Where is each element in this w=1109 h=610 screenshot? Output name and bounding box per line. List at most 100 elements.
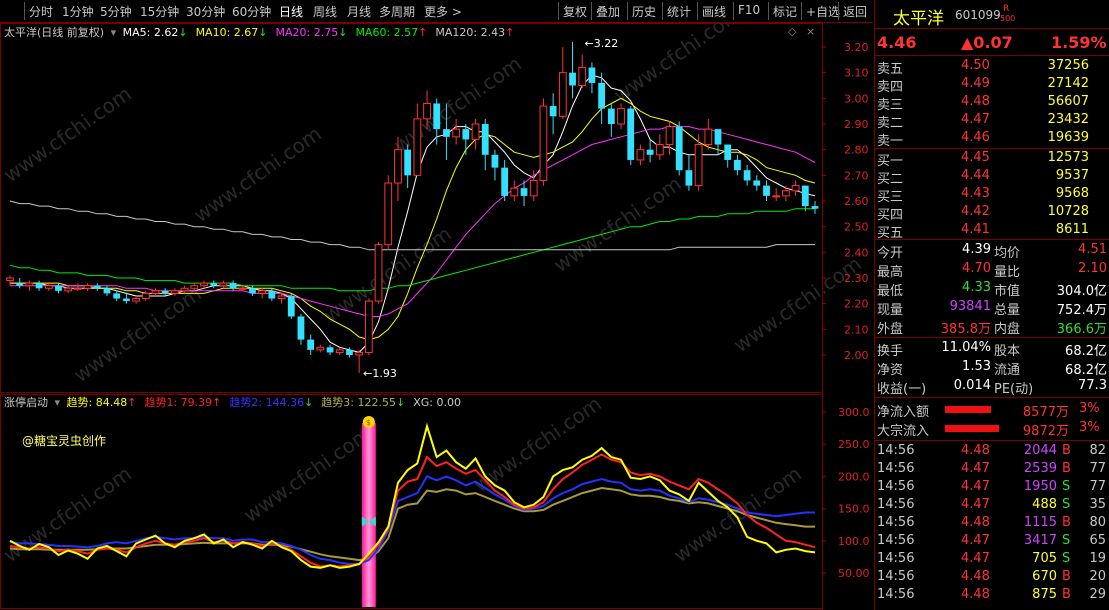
candle-body [141, 292, 150, 300]
period-tab-4[interactable]: 30分钟 [186, 3, 225, 20]
arrow-down-icon: ↓ [338, 26, 348, 39]
tick-count: 35 [1089, 497, 1106, 512]
bid-price[interactable]: 4.41 [961, 222, 990, 237]
tick-side: B [1062, 569, 1071, 584]
tick-price: 4.47 [961, 551, 990, 566]
candle-body [539, 105, 548, 181]
bid-price[interactable]: 4.45 [961, 150, 990, 165]
toolbar-button-1[interactable]: 叠加 [596, 3, 620, 20]
ma-legend-item: MA20: 2.75↓ [276, 26, 348, 39]
period-tab-5[interactable]: 60分钟 [232, 3, 271, 20]
kline-chart[interactable]: www.cfchi.com www.cfchi.comwww.cfchi.com w… [0, 23, 873, 610]
period-tab-3[interactable]: 15分钟 [140, 3, 179, 20]
period-tab-7[interactable]: 周线 [313, 3, 337, 20]
ask-price[interactable]: 4.47 [961, 112, 990, 127]
period-tab-1[interactable]: 1分钟 [62, 3, 94, 20]
candle-body [607, 108, 615, 124]
tick-time: 14:56 [877, 587, 915, 602]
tick-side: S [1062, 497, 1071, 512]
bid-price[interactable]: 4.42 [961, 204, 990, 219]
period-tab-2[interactable]: 5分钟 [100, 3, 132, 20]
candle-body [491, 154, 499, 168]
indicator-legend: 涨停启动 ▾ 趋势: 84.48↑ 趋势1: 79.39↑ 趋势2: 144.36↓… [4, 394, 469, 410]
candle-body [83, 285, 92, 289]
candle-body [617, 108, 625, 125]
dropdown-icon[interactable]: ▾ [111, 26, 117, 39]
tick-time: 14:56 [877, 443, 915, 458]
candle-body [161, 290, 169, 294]
watermark-text: www.cfchi.com [0, 81, 136, 187]
money-bag-glyph: $ [366, 418, 371, 427]
indicator-value: XG: 0.00 [413, 396, 461, 409]
candle-body [132, 298, 140, 302]
candle-body [190, 285, 199, 289]
indicator-axis-label: 150.0 [838, 503, 870, 516]
ask-price[interactable]: 4.46 [961, 130, 990, 145]
candle-body [64, 287, 73, 292]
ask-price[interactable]: 4.48 [961, 94, 990, 109]
limit-up-signal-bar [361, 423, 376, 607]
ma-legend-item: MA10: 2.67↓ [196, 26, 268, 39]
tick-volume: 705 [1032, 551, 1057, 566]
candle-body [384, 182, 393, 246]
flow-label: 大宗流入 [877, 424, 930, 439]
indicator-axis-label: 100.0 [838, 535, 870, 548]
candle-body [200, 282, 208, 287]
period-tab-0[interactable]: 分时 [29, 3, 53, 20]
candle-body [151, 290, 160, 294]
tick-volume: 1950 [1023, 479, 1057, 494]
watermark-text: www.cfchi.com [549, 171, 686, 277]
diamond-icon[interactable]: ◇ [788, 25, 796, 38]
stat-value: 4.33 [962, 280, 991, 295]
bid-price[interactable]: 4.43 [961, 186, 990, 201]
ask-price[interactable]: 4.50 [961, 58, 990, 73]
stat-label: 最高 [877, 265, 904, 280]
toolbar-button-8[interactable]: 返回 [843, 3, 867, 20]
price-axis-label: 2.60 [844, 195, 869, 208]
stat-value: 304.0亿 [1056, 284, 1107, 299]
candle-body [685, 170, 693, 186]
price-change-pct: 1.59% [1051, 33, 1107, 52]
indicator-axis-label: 250.0 [838, 438, 870, 451]
tick-price: 4.48 [961, 587, 990, 602]
period-tab-8[interactable]: 月线 [347, 3, 371, 20]
toolbar-button-7[interactable]: +自选 [806, 3, 840, 20]
stat-value: 4.70 [962, 261, 991, 276]
ask-price[interactable]: 4.49 [961, 76, 990, 91]
watermark-text: www.cfchi.com [609, 23, 746, 107]
candle-body [6, 277, 14, 282]
toolbar-button-5[interactable]: F10 [738, 3, 760, 17]
toolbar-button-2[interactable]: 历史 [632, 3, 656, 20]
candle-body [93, 285, 101, 289]
toolbar-button-4[interactable]: 画线 [702, 3, 726, 20]
toolbar-button-0[interactable]: 复权 [563, 3, 587, 20]
ask-volume: 56607 [1047, 94, 1089, 109]
candle-body [734, 159, 741, 171]
candle-body [35, 283, 43, 289]
period-tab-9[interactable]: 多周期 [379, 3, 415, 20]
period-tab-6[interactable]: 日线 [279, 3, 303, 20]
tick-count: 29 [1089, 587, 1106, 602]
toolbar-button-6[interactable]: 标记 [773, 3, 797, 20]
indicator-name: 涨停启动 [4, 396, 48, 409]
dropdown-icon[interactable]: ▾ [55, 396, 61, 409]
bid-price[interactable]: 4.44 [961, 168, 990, 183]
ma-line-ma5 [10, 74, 816, 353]
tick-side: B [1062, 443, 1071, 458]
ma-value: MA5: 2.62 [122, 26, 179, 39]
candle-body [249, 288, 256, 294]
toolbar-button-3[interactable]: 统计 [667, 3, 691, 20]
flow-bar [945, 406, 991, 413]
tick-side: S [1062, 479, 1071, 494]
period-tab-10[interactable]: 更多 > [424, 3, 462, 20]
close-icon[interactable]: × [806, 25, 815, 38]
candle-body [801, 185, 809, 207]
ask-label: 卖三 [877, 98, 904, 113]
candle-body [180, 287, 189, 292]
tick-time: 14:56 [877, 533, 915, 548]
arrow-up-icon: ↑ [212, 396, 222, 409]
tick-count: 20 [1089, 569, 1106, 584]
indicator-value: 趋势1: 79.39 [144, 396, 213, 409]
candle-body [558, 72, 567, 117]
price-axis-label: 3.00 [844, 92, 869, 105]
